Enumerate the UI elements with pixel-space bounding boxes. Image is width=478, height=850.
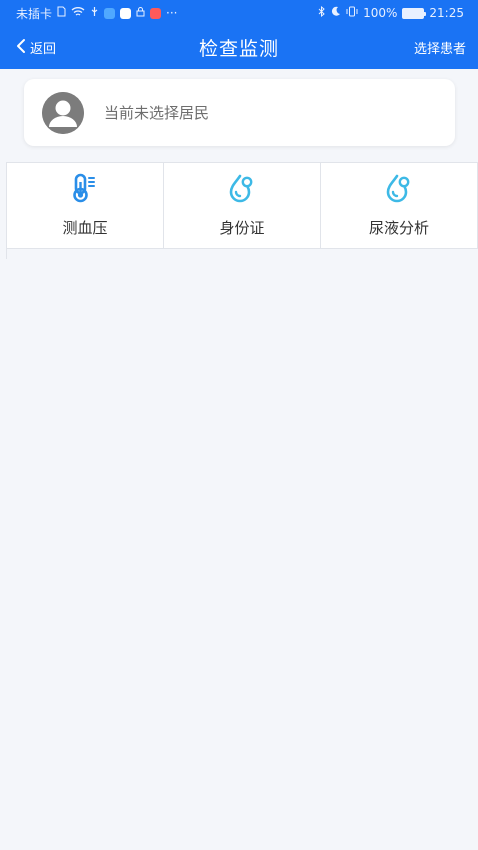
vibrate-icon — [346, 6, 358, 20]
menu-item-id-card[interactable]: 身份证 — [163, 163, 320, 248]
menu-item-blood-pressure[interactable]: 测血压 — [6, 163, 163, 248]
status-bar-right: 100% 21:25 — [318, 5, 464, 20]
sim-icon — [57, 6, 66, 20]
navigation-bar: 返回 检查监测 选择患者 — [0, 26, 478, 69]
app-header: 未插卡 ··· 100% 21:25 返回 检查监测 选择患者 — [0, 0, 478, 69]
wifi-icon — [71, 6, 85, 20]
app-badge-icon — [104, 7, 116, 19]
bluetooth-icon — [318, 5, 326, 20]
select-patient-button[interactable]: 选择患者 — [414, 26, 466, 69]
carrier-text: 未插卡 — [16, 6, 53, 21]
thermometer-icon — [71, 173, 99, 207]
lock-icon — [136, 6, 145, 20]
battery-percent: 100% — [363, 6, 398, 20]
page-title: 检查监测 — [198, 38, 279, 60]
notification-icon — [150, 7, 162, 19]
clock-time: 21:25 — [429, 6, 464, 20]
avatar-icon — [42, 91, 84, 134]
current-resident-card[interactable]: 当前未选择居民 — [24, 79, 455, 146]
battery-icon — [402, 7, 427, 19]
back-label: 返回 — [30, 42, 57, 57]
moon-icon — [331, 6, 341, 20]
back-button[interactable]: 返回 — [16, 26, 56, 69]
grid-divider — [6, 249, 7, 259]
menu-item-label: 尿液分析 — [368, 219, 429, 237]
status-bar: 未插卡 ··· 100% 21:25 — [0, 0, 478, 26]
menu-item-urine-analysis[interactable]: 尿液分析 — [320, 163, 478, 248]
usb-icon — [90, 6, 99, 20]
water-drop-icon — [227, 173, 257, 207]
status-bar-left: 未插卡 ··· — [16, 5, 177, 22]
menu-item-label: 测血压 — [62, 219, 108, 237]
resident-placeholder-text: 当前未选择居民 — [104, 104, 210, 122]
chevron-left-icon — [16, 38, 26, 58]
check-menu-grid: 测血压 身份证 尿液分析 — [6, 162, 478, 249]
message-icon — [120, 7, 132, 19]
menu-item-label: 身份证 — [219, 219, 265, 237]
more-notifications-icon: ··· — [166, 6, 178, 20]
water-drop-icon — [384, 173, 414, 207]
